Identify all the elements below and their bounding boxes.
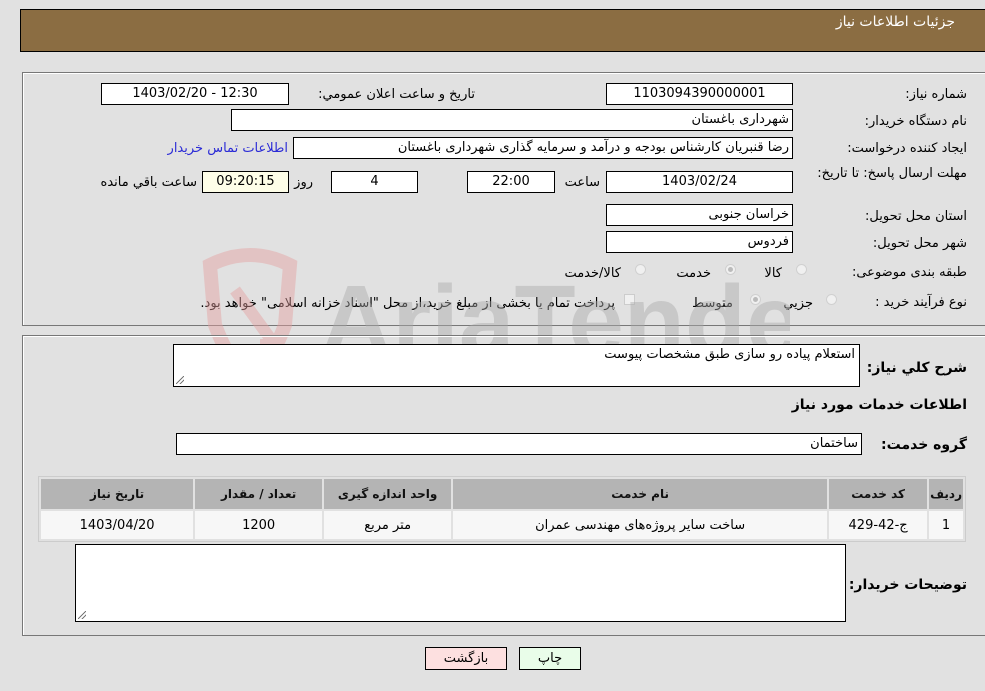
cell-service-code: ج-42-429 xyxy=(829,511,928,539)
general-desc-textarea[interactable]: استعلام پیاده رو سازی طبق مشخصات پیوست xyxy=(173,344,860,387)
days-remaining-field: 4 xyxy=(331,171,418,193)
resize-handle-icon[interactable] xyxy=(176,376,184,384)
announce-datetime-label: تاریخ و ساعت اعلان عمومي: xyxy=(318,87,475,102)
col-service-code: کد خدمت xyxy=(829,479,928,509)
category-radio-goods[interactable] xyxy=(796,264,807,275)
category-label: طبقه بندی موضوعی: xyxy=(851,265,967,280)
general-desc-text: استعلام پیاده رو سازی طبق مشخصات پیوست xyxy=(604,347,855,362)
services-heading: اطلاعات خدمات مورد نیاز xyxy=(791,397,967,413)
cell-row-number: 1 xyxy=(929,511,963,539)
category-option-service: خدمت xyxy=(676,266,711,281)
buyer-notes-textarea[interactable] xyxy=(75,544,846,622)
col-service-name: نام خدمت xyxy=(453,479,828,509)
category-radio-goods-service[interactable] xyxy=(635,264,646,275)
treasury-checkbox[interactable] xyxy=(624,294,635,305)
buyer-contact-link[interactable]: اطلاعات تماس خریدار xyxy=(168,141,288,156)
resize-handle-icon[interactable] xyxy=(78,611,86,619)
buyer-notes-label: توضیحات خریدار: xyxy=(848,577,967,593)
time-remaining-label: ساعت باقي مانده xyxy=(100,175,197,190)
purchase-type-radio-medium[interactable] xyxy=(750,294,761,305)
purchase-type-option-minor: جزيي xyxy=(783,296,813,311)
category-option-goods: کالا xyxy=(764,266,782,281)
deadline-time-field: 22:00 xyxy=(467,171,555,193)
city-field: فردوس xyxy=(606,231,793,253)
cell-quantity: 1200 xyxy=(195,511,323,539)
province-label: استان محل تحویل: xyxy=(865,209,967,224)
province-field: خراسان جنوبی xyxy=(606,204,793,226)
category-radio-service[interactable] xyxy=(725,264,736,275)
city-label: شهر محل تحویل: xyxy=(872,236,967,251)
need-number-field: 1103094390000001 xyxy=(606,83,793,105)
cell-unit: متر مربع xyxy=(324,511,452,539)
deadline-label: مهلت ارسال پاسخ: تا تاریخ: xyxy=(817,166,967,181)
category-option-goods-service: کالا/خدمت xyxy=(564,266,621,281)
cell-service-name: ساخت سایر پروژه‌های مهندسی عمران xyxy=(453,511,828,539)
buyer-org-label: نام دستگاه خریدار: xyxy=(864,114,967,129)
table-row: 1 ج-42-429 ساخت سایر پروژه‌های مهندسی عم… xyxy=(41,511,963,539)
col-unit: واحد اندازه گیری xyxy=(324,479,452,509)
announce-datetime-field: 1403/02/20 - 12:30 xyxy=(101,83,289,105)
cell-need-date: 1403/04/20 xyxy=(41,511,194,539)
page-title: جزئیات اطلاعات نیاز xyxy=(835,14,955,30)
col-quantity: تعداد / مقدار xyxy=(195,479,323,509)
col-need-date: تاریخ نیاز xyxy=(41,479,194,509)
table-header-row: ردیف کد خدمت نام خدمت واحد اندازه گیری ت… xyxy=(41,479,963,509)
general-desc-label: شرح کلي نیاز: xyxy=(866,360,967,376)
treasury-note: پرداخت تمام یا بخشی از مبلغ خرید،از محل … xyxy=(200,296,615,311)
purchase-type-option-medium: متوسط xyxy=(692,296,733,311)
services-table: ردیف کد خدمت نام خدمت واحد اندازه گیری ت… xyxy=(38,476,966,542)
back-button[interactable]: بازگشت xyxy=(425,647,507,670)
deadline-time-label: ساعت xyxy=(564,175,600,190)
col-row-number: ردیف xyxy=(929,479,963,509)
need-number-label: شماره نیاز: xyxy=(905,87,967,102)
purchase-type-label: نوع فرآیند خرید : xyxy=(875,295,967,310)
print-button[interactable]: چاپ xyxy=(519,647,581,670)
service-group-label: گروه خدمت: xyxy=(881,437,967,453)
service-group-field: ساختمان xyxy=(176,433,862,455)
time-remaining-field: 09:20:15 xyxy=(202,171,289,193)
deadline-date-field: 1403/02/24 xyxy=(606,171,793,193)
buyer-org-field: شهرداری باغستان xyxy=(231,109,793,131)
requester-field: رضا قنبریان کارشناس بودجه و درآمد و سرما… xyxy=(293,137,793,159)
purchase-type-radio-minor[interactable] xyxy=(826,294,837,305)
requester-label: ایجاد کننده درخواست: xyxy=(847,141,967,156)
